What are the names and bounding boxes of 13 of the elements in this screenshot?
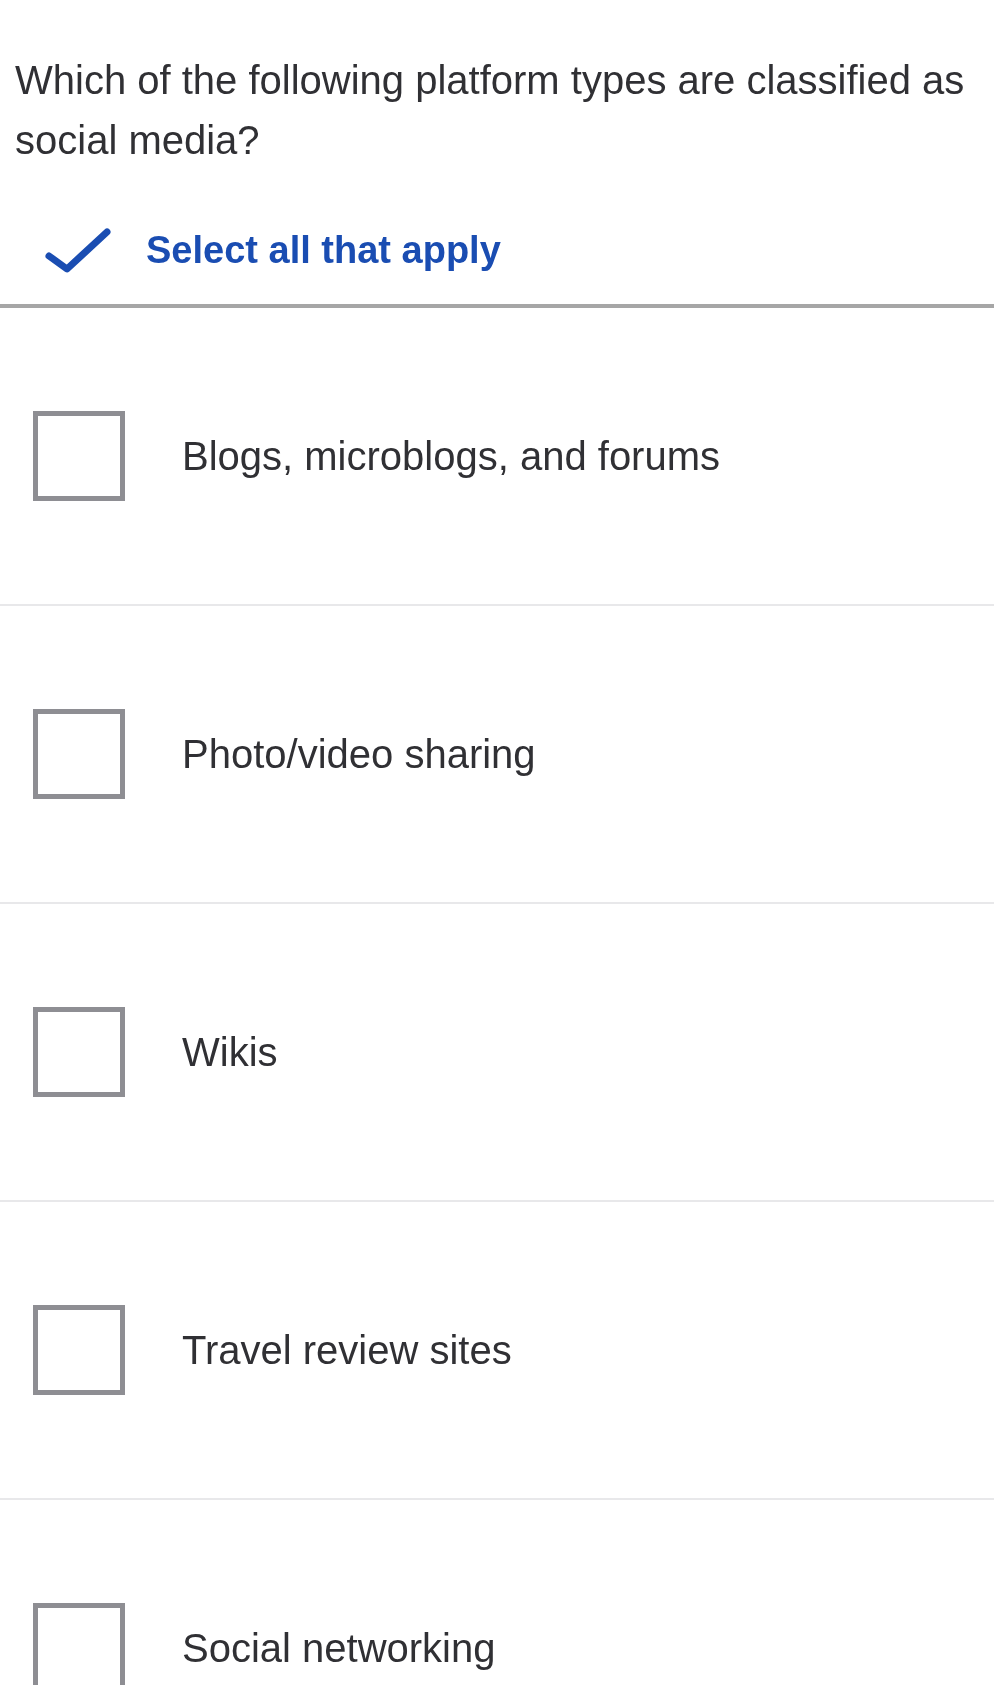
option-label: Wikis <box>182 1029 278 1075</box>
checkbox[interactable] <box>33 411 125 501</box>
option-label: Photo/video sharing <box>182 731 536 777</box>
option-label: Blogs, microblogs, and forums <box>182 433 720 479</box>
question-text: Which of the following platform types are classified as social media? <box>14 57 966 164</box>
checkbox[interactable] <box>33 1603 125 1685</box>
option-label: Social networking <box>182 1625 496 1671</box>
instruction-text: Select all that apply <box>146 228 501 272</box>
option-label: Travel review sites <box>182 1327 512 1373</box>
checkbox[interactable] <box>33 1305 125 1395</box>
checkbox[interactable] <box>33 1007 125 1097</box>
checkbox[interactable] <box>33 709 125 799</box>
check-icon <box>45 227 111 273</box>
